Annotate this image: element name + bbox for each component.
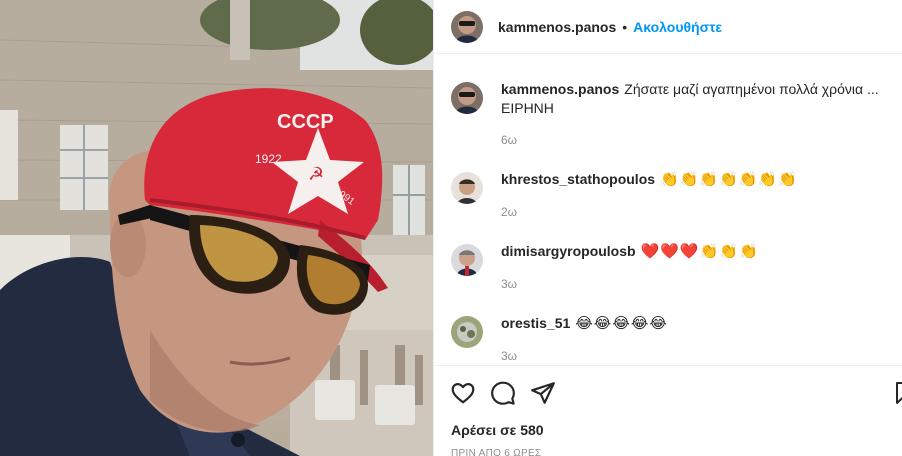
comment-username[interactable]: dimisargyropoulosb (501, 243, 636, 259)
caption-time[interactable]: 6ω (501, 131, 879, 150)
follow-button[interactable]: Ακολουθήστε (633, 19, 722, 35)
comment-body: orestis_51 😂😂😂😂😂 3ω (501, 314, 668, 366)
commenter-avatar[interactable] (451, 172, 483, 204)
comment-text: 👏👏👏👏👏👏👏 (660, 171, 798, 188)
comment-item: orestis_51 😂😂😂😂😂 3ω (451, 314, 891, 366)
caption-author-avatar[interactable] (451, 82, 483, 114)
comment-item: khrestos_stathopoulos 👏👏👏👏👏👏👏 2ω (451, 170, 891, 222)
post-side-panel: kammenos.panos • Ακολουθήστε kammenos.pa… (433, 0, 902, 456)
comment-time[interactable]: 2ω (501, 203, 798, 222)
post-photo-image: CCCP 1922 1991 ☭ (0, 0, 433, 456)
caption-username[interactable]: kammenos.panos (501, 81, 619, 97)
commenter-avatar-image (451, 244, 483, 276)
share-icon[interactable] (530, 380, 556, 406)
svg-text:☭: ☭ (308, 164, 324, 185)
post-photo[interactable]: CCCP 1922 1991 ☭ (0, 0, 433, 456)
comment-text: 😂😂😂😂😂 (575, 315, 668, 332)
caption-text-line2: ΕΙΡΗΝΗ (501, 100, 554, 116)
bookmark-icon[interactable] (894, 380, 902, 406)
caption-body: kammenos.panos Ζήσατε μαζί αγαπημένοι πολ… (501, 80, 879, 150)
commenter-avatar-image (451, 316, 483, 348)
author-avatar[interactable] (451, 10, 483, 43)
caption-text-line1: Ζήσατε μαζί αγαπημένοι πολλά χρόνια ... (624, 81, 879, 97)
author-username[interactable]: kammenos.panos (498, 19, 616, 35)
post-time-ago[interactable]: ΠΡΙΝ ΑΠΟ 6 ΩΡΕΣ (451, 448, 541, 456)
comment-icon[interactable] (490, 380, 516, 406)
comment-username[interactable]: orestis_51 (501, 315, 570, 331)
post-header: kammenos.panos • Ακολουθήστε (434, 0, 902, 54)
caption-author-avatar-image (451, 82, 483, 114)
commenter-avatar[interactable] (451, 316, 483, 348)
comment-text: ❤️❤️❤️👏👏👏 (640, 243, 759, 260)
likes-count[interactable]: Αρέσει σε 580 (451, 422, 544, 438)
commenter-avatar-image (451, 172, 483, 204)
svg-text:1922: 1922 (255, 152, 282, 166)
comment-item: dimisargyropoulosb ❤️❤️❤️👏👏👏 3ω (451, 242, 891, 294)
heart-icon[interactable] (450, 380, 476, 406)
separator-dot: • (622, 18, 628, 35)
comment-time[interactable]: 3ω (501, 347, 668, 366)
post-caption: kammenos.panos Ζήσατε μαζί αγαπημένοι πολ… (451, 80, 891, 150)
comment-username[interactable]: khrestos_stathopoulos (501, 171, 655, 187)
comment-body: dimisargyropoulosb ❤️❤️❤️👏👏👏 3ω (501, 242, 759, 294)
comment-body: khrestos_stathopoulos 👏👏👏👏👏👏👏 2ω (501, 170, 798, 222)
author-avatar-image (451, 10, 483, 43)
post-actions: Αρέσει σε 580 ΠΡΙΝ ΑΠΟ 6 ΩΡΕΣ (434, 365, 902, 456)
commenter-avatar[interactable] (451, 244, 483, 276)
svg-text:CCCP: CCCP (277, 111, 334, 133)
comment-time[interactable]: 3ω (501, 275, 759, 294)
